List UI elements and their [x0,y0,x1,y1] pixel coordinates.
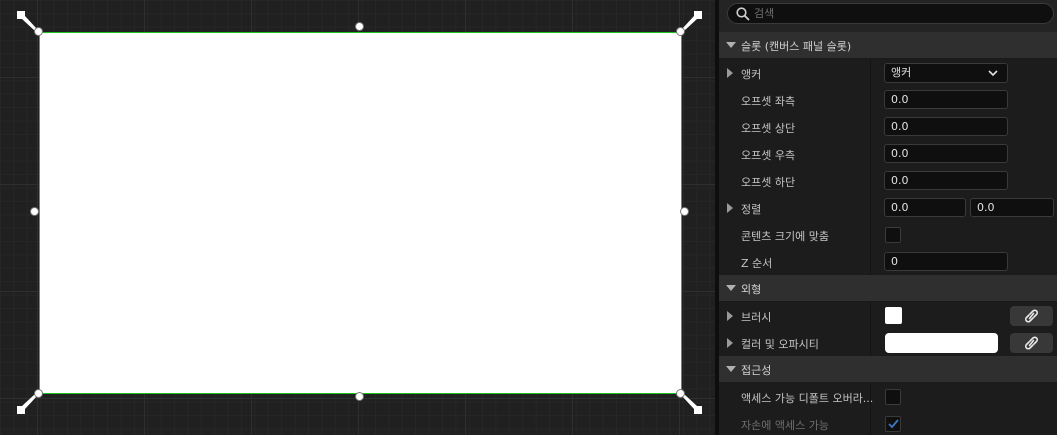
property-row-z-order: Z 순서 0 [719,248,1057,276]
category-slot-title: 슬롯 (캔버스 패널 슬롯) [741,40,852,53]
category-accessibility-title: 접근성 [741,364,772,377]
search-icon [736,7,750,21]
alignment-y-input[interactable]: 0.0 [970,198,1054,217]
offset-left-input[interactable]: 0.0 [884,90,1008,109]
offset-left-label: 오프셋 좌측 [741,95,796,108]
resize-handle-top[interactable] [355,22,364,31]
property-row-color-opacity: 컬러 및 오파시티 [719,329,1057,357]
resize-handle-right[interactable] [680,207,689,216]
search-box[interactable] [727,3,1054,24]
category-appearance-title: 외형 [741,283,762,296]
z-order-input[interactable]: 0 [884,252,1008,271]
collapse-arrow-icon [726,366,736,372]
anchor-dropdown-value: 앵커 [891,66,912,79]
override-default-checkbox[interactable] [885,389,901,405]
alignment-label: 정렬 [741,203,762,216]
designer-canvas[interactable] [0,0,715,435]
expand-arrow-icon[interactable] [727,203,733,213]
size-to-content-checkbox[interactable] [885,227,901,243]
property-row-size-to-content: 콘텐츠 크기에 맞춤 [719,221,1057,249]
children-accessible-label: 자손에 액세스 가능 [741,419,829,432]
property-row-offset-bottom: 오프셋 하단 0.0 [719,167,1057,195]
chevron-down-icon [988,70,998,77]
property-row-offset-right: 오프셋 우측 0.0 [719,140,1057,168]
offset-bottom-input[interactable]: 0.0 [884,171,1008,190]
children-accessible-checkbox[interactable] [885,416,901,432]
details-panel: 슬롯 (캔버스 패널 슬롯) 앵커 앵커 오프셋 좌측 0.0 오프셋 상단 0… [719,0,1057,435]
property-row-offset-top: 오프셋 상단 0.0 [719,113,1057,141]
property-row-override-accessible-defaults: 액세스 가능 디폴트 오버라... [719,383,1057,411]
link-icon [1025,309,1038,323]
resize-handle-bottom-left[interactable] [34,389,43,398]
anchor-label: 앵커 [741,68,762,81]
resize-handle-left[interactable] [30,207,39,216]
color-opacity-swatch[interactable] [885,333,998,353]
offset-top-label: 오프셋 상단 [741,122,796,135]
anchor-dropdown[interactable]: 앵커 [884,63,1008,83]
category-slot[interactable]: 슬롯 (캔버스 패널 슬롯) [719,32,1057,59]
property-row-offset-left: 오프셋 좌측 0.0 [719,86,1057,114]
link-icon [1025,336,1038,350]
collapse-arrow-icon [726,42,736,48]
size-to-content-label: 콘텐츠 크기에 맞춤 [741,230,829,243]
override-default-label: 액세스 가능 디폴트 오버라... [741,392,874,405]
brush-link-button[interactable] [1010,306,1053,326]
collapse-arrow-icon [726,285,736,291]
checkmark-icon [888,419,899,429]
property-row-brush: 브러시 [719,302,1057,330]
expand-arrow-icon[interactable] [727,311,733,321]
resize-handle-bottom[interactable] [355,392,364,401]
z-order-label: Z 순서 [741,257,773,270]
selected-widget[interactable] [39,32,682,394]
resize-handle-top-right[interactable] [676,27,685,36]
offset-right-input[interactable]: 0.0 [884,144,1008,163]
expand-arrow-icon[interactable] [727,338,733,348]
category-appearance[interactable]: 외형 [719,275,1057,302]
offset-bottom-label: 오프셋 하단 [741,176,796,189]
offset-top-input[interactable]: 0.0 [884,117,1008,136]
property-row-alignment: 정렬 0.0 0.0 [719,194,1057,222]
color-opacity-link-button[interactable] [1010,333,1053,353]
property-row-children-accessible: 자손에 액세스 가능 [719,410,1057,435]
property-row-anchor: 앵커 앵커 [719,59,1057,87]
expand-arrow-icon[interactable] [727,68,733,78]
alignment-x-input[interactable]: 0.0 [884,198,966,217]
brush-label: 브러시 [741,311,772,324]
offset-right-label: 오프셋 우측 [741,149,796,162]
resize-handle-bottom-right[interactable] [676,389,685,398]
color-opacity-label: 컬러 및 오파시티 [741,338,819,351]
category-accessibility[interactable]: 접근성 [719,356,1057,383]
resize-handle-top-left[interactable] [34,27,43,36]
search-input[interactable] [754,4,1044,23]
brush-color-swatch[interactable] [885,307,902,324]
